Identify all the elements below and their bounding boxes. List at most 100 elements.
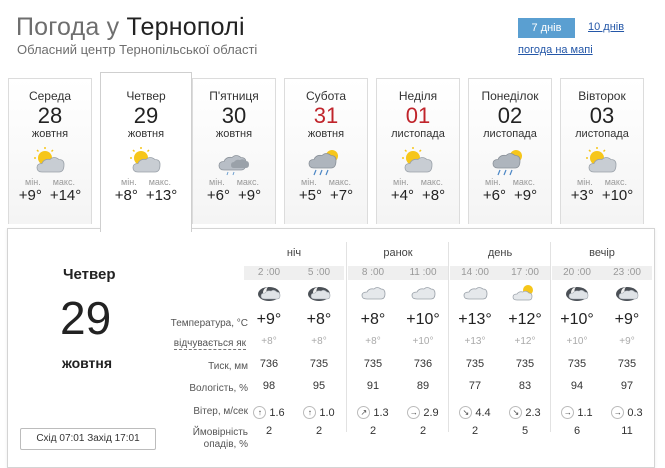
- day-card-2[interactable]: П'ятниця 30 жовтня мін. макс. +6° +9°: [192, 78, 276, 224]
- day-name: Субота: [305, 89, 347, 103]
- period-divider: [550, 242, 551, 432]
- wind-speed: 1.6: [269, 406, 285, 419]
- page-title: Погода у Тернополі: [16, 13, 245, 42]
- hour-pressure: 735: [617, 358, 637, 370]
- hour-pressure: 735: [567, 358, 587, 370]
- hour-feels-like: +12°: [514, 336, 536, 347]
- moon-cloud-icon: [255, 283, 283, 303]
- max-label: макс.: [148, 177, 171, 187]
- title-prefix: Погода у: [16, 13, 127, 41]
- day-card-5[interactable]: Понеділок 02 листопада мін. макс. +6° +9°: [468, 78, 552, 224]
- partly-cloudy-icon: [580, 146, 624, 176]
- hour-precipitation: 2: [265, 425, 273, 437]
- period-morning: ранок: [383, 247, 413, 259]
- hour-temperature: +10°: [560, 311, 594, 328]
- wind-direction-icon: →: [611, 406, 625, 419]
- hour-precipitation: 2: [369, 425, 377, 437]
- hour-feels-like: +13°: [464, 336, 486, 347]
- hour-feels-like: +10°: [412, 336, 434, 347]
- hour-pressure: 735: [309, 358, 329, 370]
- partly-cloudy-icon: [28, 146, 72, 176]
- hour-wind: ↗ 1.3: [348, 402, 398, 420]
- hour-humidity: 91: [366, 380, 380, 392]
- hour-temperature: +12°: [508, 311, 542, 328]
- cloud-icon: [409, 283, 437, 303]
- hour-feels-like: +10°: [566, 336, 588, 347]
- wind-speed: 0.3: [627, 406, 643, 419]
- max-label: макс.: [328, 177, 351, 187]
- min-temp: +8°: [114, 187, 138, 204]
- wind-speed: 2.3: [525, 406, 541, 419]
- tab-10-days[interactable]: 10 днів: [588, 21, 624, 33]
- max-temp: +7°: [330, 187, 354, 204]
- hour-time: 17 :00: [511, 267, 539, 278]
- day-name: Вівторок: [578, 89, 626, 103]
- max-temp: +9°: [514, 187, 538, 204]
- weather-map-link[interactable]: погода на мапі: [518, 44, 593, 56]
- day-month: листопада: [483, 128, 537, 140]
- day-number: 01: [405, 103, 431, 128]
- period-divider: [448, 242, 449, 432]
- hour-humidity: 94: [570, 380, 584, 392]
- day-card-1[interactable]: Четвер 29 жовтня мін. макс. +8° +13°: [100, 72, 192, 232]
- partly-cloudy-icon: [124, 146, 168, 176]
- day-detail-panel: Четвер 29 жовтня Схід 07:01 Захід 17:01 …: [7, 228, 655, 468]
- hour-time: 14 :00: [461, 267, 489, 278]
- min-label: мін.: [393, 177, 409, 187]
- period-night: ніч: [286, 247, 302, 259]
- day-month: листопада: [391, 128, 445, 140]
- tab-7-days[interactable]: 7 днів: [518, 18, 575, 38]
- day-name: П'ятниця: [209, 89, 259, 103]
- day-number: 29: [133, 103, 159, 128]
- label-feels-like[interactable]: відчувається як: [173, 338, 246, 350]
- wind-direction-icon: ↘: [509, 406, 523, 419]
- label-humidity: Вологість, %: [189, 383, 248, 394]
- min-label: мін.: [577, 177, 593, 187]
- day-card-4[interactable]: Неділя 01 листопада мін. макс. +4° +8°: [376, 78, 460, 224]
- day-card-6[interactable]: Вівторок 03 листопада мін. макс. +3° +10°: [560, 78, 644, 224]
- hour-feels-like: +9°: [619, 336, 635, 347]
- hour-time: 5 :00: [307, 267, 331, 278]
- day-name: Четвер: [126, 89, 166, 103]
- day-name: Неділя: [398, 89, 438, 103]
- hour-precipitation: 5: [521, 425, 529, 437]
- label-pressure: Тиск, мм: [208, 361, 248, 372]
- hour-time: 11 :00: [409, 267, 437, 278]
- day-number: 28: [37, 103, 63, 128]
- city-name: Тернополі: [126, 13, 245, 41]
- hour-temperature: +10°: [406, 311, 440, 328]
- day-number: 30: [221, 103, 247, 128]
- wind-speed: 1.0: [319, 406, 335, 419]
- hour-humidity: 98: [262, 380, 276, 392]
- sun-cloud-icon: [511, 283, 539, 303]
- hour-wind: ↘ 2.3: [500, 402, 550, 420]
- min-temp: +5°: [298, 187, 322, 204]
- max-label: макс.: [604, 177, 627, 187]
- hour-precipitation: 2: [419, 425, 427, 437]
- max-temp: +9°: [238, 187, 262, 204]
- label-precip-line1: Ймовірність: [192, 427, 248, 438]
- wind-speed: 4.4: [475, 406, 491, 419]
- max-temp: +13°: [145, 187, 178, 204]
- hour-time: 20 :00: [563, 267, 591, 278]
- day-name: Понеділок: [481, 89, 539, 103]
- day-card-0[interactable]: Середа 28 жовтня мін. макс. +9° +14°: [8, 78, 92, 224]
- min-label: мін.: [209, 177, 225, 187]
- wind-speed: 2.9: [423, 406, 439, 419]
- max-temp: +8°: [422, 187, 446, 204]
- partly-cloudy-icon: [396, 146, 440, 176]
- page-subtitle: Обласний центр Тернопільської області: [17, 42, 258, 57]
- moon-cloud-icon: [613, 283, 641, 303]
- wind-speed: 1.3: [373, 406, 389, 419]
- day-card-3[interactable]: Субота 31 жовтня мін. макс. +5° +7°: [284, 78, 368, 224]
- hour-feels-like: +8°: [311, 336, 327, 347]
- period-divider: [346, 242, 347, 432]
- hour-time: 2 :00: [257, 267, 281, 278]
- day-month: жовтня: [215, 128, 253, 140]
- day-month: жовтня: [307, 128, 345, 140]
- min-label: мін.: [121, 177, 137, 187]
- hour-humidity: 83: [518, 380, 532, 392]
- hour-temperature: +9°: [256, 311, 282, 328]
- label-precip-line2: опадів, %: [203, 439, 248, 450]
- hour-precipitation: 2: [315, 425, 323, 437]
